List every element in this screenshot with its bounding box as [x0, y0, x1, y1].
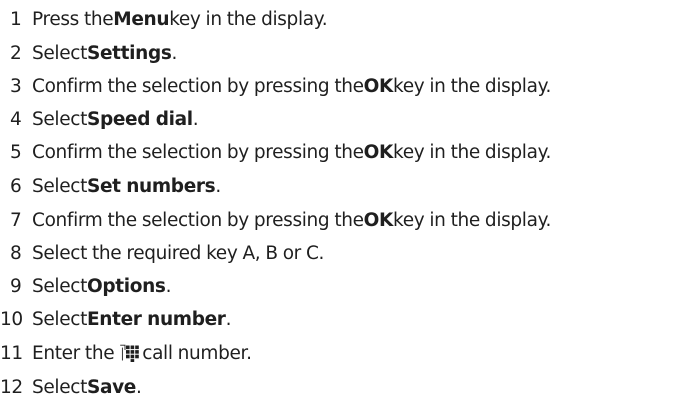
menu-item-name: Speed dial	[86, 108, 193, 130]
step-5: 5 Confirm the selection by pressing the O…	[0, 137, 551, 167]
step-number: 3	[10, 75, 22, 97]
step-text-end: .	[171, 42, 178, 64]
step-number: 4	[10, 108, 22, 130]
menu-item-name: Enter number	[86, 308, 226, 330]
step-number: 10	[0, 308, 23, 330]
step-4: 4 Select Speed dial.	[0, 104, 199, 134]
step-6: 6 Select Set numbers.	[0, 171, 221, 201]
step-12: 12 Select Save.	[0, 372, 142, 402]
step-10: 10 Select Enter number.	[0, 304, 231, 334]
step-number: 8	[10, 242, 22, 264]
step-number: 12	[0, 376, 23, 398]
step-7: 7 Confirm the selection by pressing the O…	[0, 205, 551, 235]
step-text: Confirm the selection by pressing the	[32, 141, 364, 163]
menu-item-name: Settings	[86, 42, 172, 64]
step-number: 11	[0, 342, 23, 364]
step-11: 11 Enter the call number.	[0, 338, 252, 368]
step-number: 1	[10, 8, 22, 30]
step-text-end: .	[225, 308, 232, 330]
instruction-list: 1 Press the Menu key in the display. 2 Sel…	[0, 0, 697, 413]
key-name: OK	[363, 75, 394, 97]
step-text: Select	[32, 376, 87, 398]
step-3: 3 Confirm the selection by pressing the O…	[0, 71, 551, 101]
step-text-end: .	[136, 376, 142, 398]
step-8: 8 Select the required key A, B or C.	[0, 238, 324, 268]
step-text: Confirm the selection by pressing the	[32, 209, 364, 231]
step-text: Select the required key A, B or C.	[32, 242, 325, 264]
step-text: Select	[32, 275, 87, 297]
key-name: OK	[363, 209, 394, 231]
step-text: Select	[32, 108, 87, 130]
menu-item-name: Set numbers	[86, 175, 216, 197]
key-name: Menu	[113, 8, 170, 30]
step-text: Enter the	[32, 342, 115, 364]
key-name: OK	[363, 141, 394, 163]
step-9: 9 Select Options.	[0, 271, 171, 301]
step-number: 6	[10, 175, 22, 197]
keypad-icon	[120, 344, 140, 362]
step-text: Press the	[32, 8, 114, 30]
step-text: Confirm the selection by pressing the	[32, 75, 364, 97]
step-number: 9	[10, 275, 22, 297]
step-2: 2 Select Settings.	[0, 38, 177, 68]
step-number: 7	[10, 209, 22, 231]
step-text: Select	[32, 175, 87, 197]
step-text: Select	[32, 42, 87, 64]
step-number: 5	[10, 141, 22, 163]
step-text-end: key in the display.	[169, 8, 328, 30]
step-text-end: .	[215, 175, 221, 197]
step-number: 2	[10, 42, 22, 64]
step-1: 1 Press the Menu key in the display.	[0, 4, 328, 34]
step-text-end: key in the display.	[393, 75, 552, 97]
step-text-end: call number.	[142, 342, 252, 364]
step-text-end: .	[192, 108, 199, 130]
menu-item-name: Options	[86, 275, 166, 297]
step-text-end: key in the display.	[393, 141, 552, 163]
step-text-end: .	[165, 275, 172, 297]
step-text: Select	[32, 308, 87, 330]
menu-item-name: Save	[86, 376, 136, 398]
step-text-end: key in the display.	[393, 209, 552, 231]
